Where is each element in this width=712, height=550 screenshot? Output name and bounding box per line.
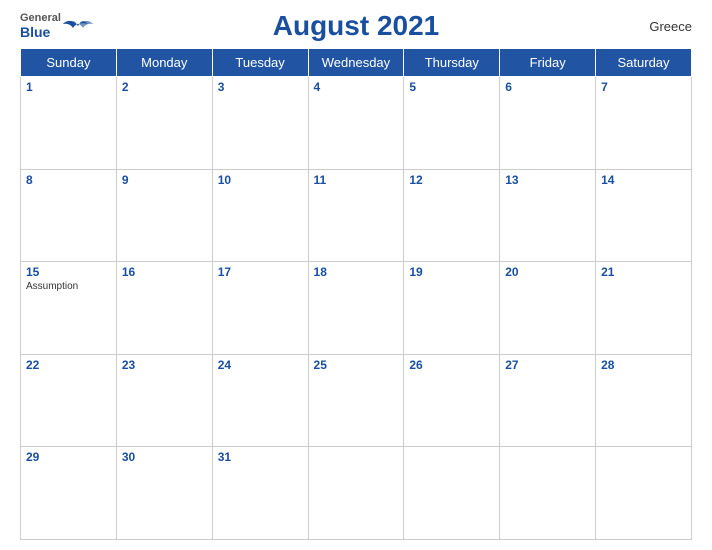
calendar-day-cell: 11 xyxy=(308,169,404,262)
calendar-day-cell: 4 xyxy=(308,77,404,170)
day-number: 29 xyxy=(26,450,111,464)
calendar-header: General Blue August 2021 Greece xyxy=(20,10,692,42)
calendar-week-row: 89 10 11 12 13 14 xyxy=(21,169,692,262)
calendar-day-cell: 14 xyxy=(596,169,692,262)
calendar-day-cell: 25 xyxy=(308,354,404,447)
calendar-day-cell: 12 xyxy=(404,169,500,262)
event-label: Assumption xyxy=(26,281,111,292)
calendar-day-cell: 23 xyxy=(116,354,212,447)
logo-general: General xyxy=(20,12,61,24)
day-number: 18 xyxy=(314,265,399,279)
calendar-day-cell: 24 xyxy=(212,354,308,447)
calendar-day-cell: 21 xyxy=(596,262,692,355)
calendar-week-row: 1234567 xyxy=(21,77,692,170)
day-number: 1 xyxy=(26,80,111,94)
calendar-week-row: 29 30 31 xyxy=(21,447,692,540)
day-number: 19 xyxy=(409,265,494,279)
day-number: 9 xyxy=(122,173,207,187)
day-number: 5 xyxy=(409,80,494,94)
calendar-day-cell: 2 xyxy=(116,77,212,170)
calendar-day-cell: 17 xyxy=(212,262,308,355)
weekday-header-saturday: Saturday xyxy=(596,49,692,77)
weekday-header-row: SundayMondayTuesdayWednesdayThursdayFrid… xyxy=(21,49,692,77)
day-number: 21 xyxy=(601,265,686,279)
month-title: August 2021 xyxy=(273,10,440,42)
weekday-header-sunday: Sunday xyxy=(21,49,117,77)
weekday-header-wednesday: Wednesday xyxy=(308,49,404,77)
day-number: 26 xyxy=(409,358,494,372)
calendar-day-cell: 15 Assumption xyxy=(21,262,117,355)
calendar-day-cell: 1 xyxy=(21,77,117,170)
day-number: 28 xyxy=(601,358,686,372)
calendar-day-cell: 30 xyxy=(116,447,212,540)
day-number: 24 xyxy=(218,358,303,372)
day-number: 25 xyxy=(314,358,399,372)
day-number: 11 xyxy=(314,173,399,187)
day-number: 6 xyxy=(505,80,590,94)
day-number: 2 xyxy=(122,80,207,94)
day-number: 17 xyxy=(218,265,303,279)
weekday-header-monday: Monday xyxy=(116,49,212,77)
day-number: 7 xyxy=(601,80,686,94)
calendar-week-row: 15 Assumption 16 17 18 19 20 21 xyxy=(21,262,692,355)
calendar-day-cell: 28 xyxy=(596,354,692,447)
calendar-day-cell: 7 xyxy=(596,77,692,170)
day-number: 15 xyxy=(26,265,111,279)
calendar-day-cell: 29 xyxy=(21,447,117,540)
empty-cell xyxy=(404,447,500,540)
calendar-day-cell: 20 xyxy=(500,262,596,355)
empty-cell xyxy=(596,447,692,540)
calendar-day-cell: 22 xyxy=(21,354,117,447)
calendar-day-cell: 16 xyxy=(116,262,212,355)
logo-blue: Blue xyxy=(20,24,61,40)
calendar-day-cell: 9 xyxy=(116,169,212,262)
calendar-day-cell: 6 xyxy=(500,77,596,170)
calendar-week-row: 22 23 24 25 26 27 28 xyxy=(21,354,692,447)
country-label: Greece xyxy=(649,19,692,34)
day-number: 20 xyxy=(505,265,590,279)
calendar-day-cell: 26 xyxy=(404,354,500,447)
day-number: 3 xyxy=(218,80,303,94)
calendar-day-cell: 18 xyxy=(308,262,404,355)
calendar-day-cell: 8 xyxy=(21,169,117,262)
day-number: 23 xyxy=(122,358,207,372)
day-number: 30 xyxy=(122,450,207,464)
day-number: 10 xyxy=(218,173,303,187)
empty-cell xyxy=(308,447,404,540)
calendar-day-cell: 27 xyxy=(500,354,596,447)
day-number: 31 xyxy=(218,450,303,464)
weekday-header-tuesday: Tuesday xyxy=(212,49,308,77)
day-number: 4 xyxy=(314,80,399,94)
calendar-day-cell: 19 xyxy=(404,262,500,355)
calendar-day-cell: 5 xyxy=(404,77,500,170)
day-number: 27 xyxy=(505,358,590,372)
weekday-header-thursday: Thursday xyxy=(404,49,500,77)
day-number: 16 xyxy=(122,265,207,279)
calendar-day-cell: 10 xyxy=(212,169,308,262)
day-number: 22 xyxy=(26,358,111,372)
logo: General Blue xyxy=(20,12,93,40)
empty-cell xyxy=(500,447,596,540)
day-number: 14 xyxy=(601,173,686,187)
logo-bird-icon xyxy=(63,16,93,36)
calendar-table: SundayMondayTuesdayWednesdayThursdayFrid… xyxy=(20,48,692,540)
calendar-day-cell: 3 xyxy=(212,77,308,170)
calendar-day-cell: 31 xyxy=(212,447,308,540)
weekday-header-friday: Friday xyxy=(500,49,596,77)
day-number: 13 xyxy=(505,173,590,187)
day-number: 12 xyxy=(409,173,494,187)
day-number: 8 xyxy=(26,173,111,187)
calendar-day-cell: 13 xyxy=(500,169,596,262)
